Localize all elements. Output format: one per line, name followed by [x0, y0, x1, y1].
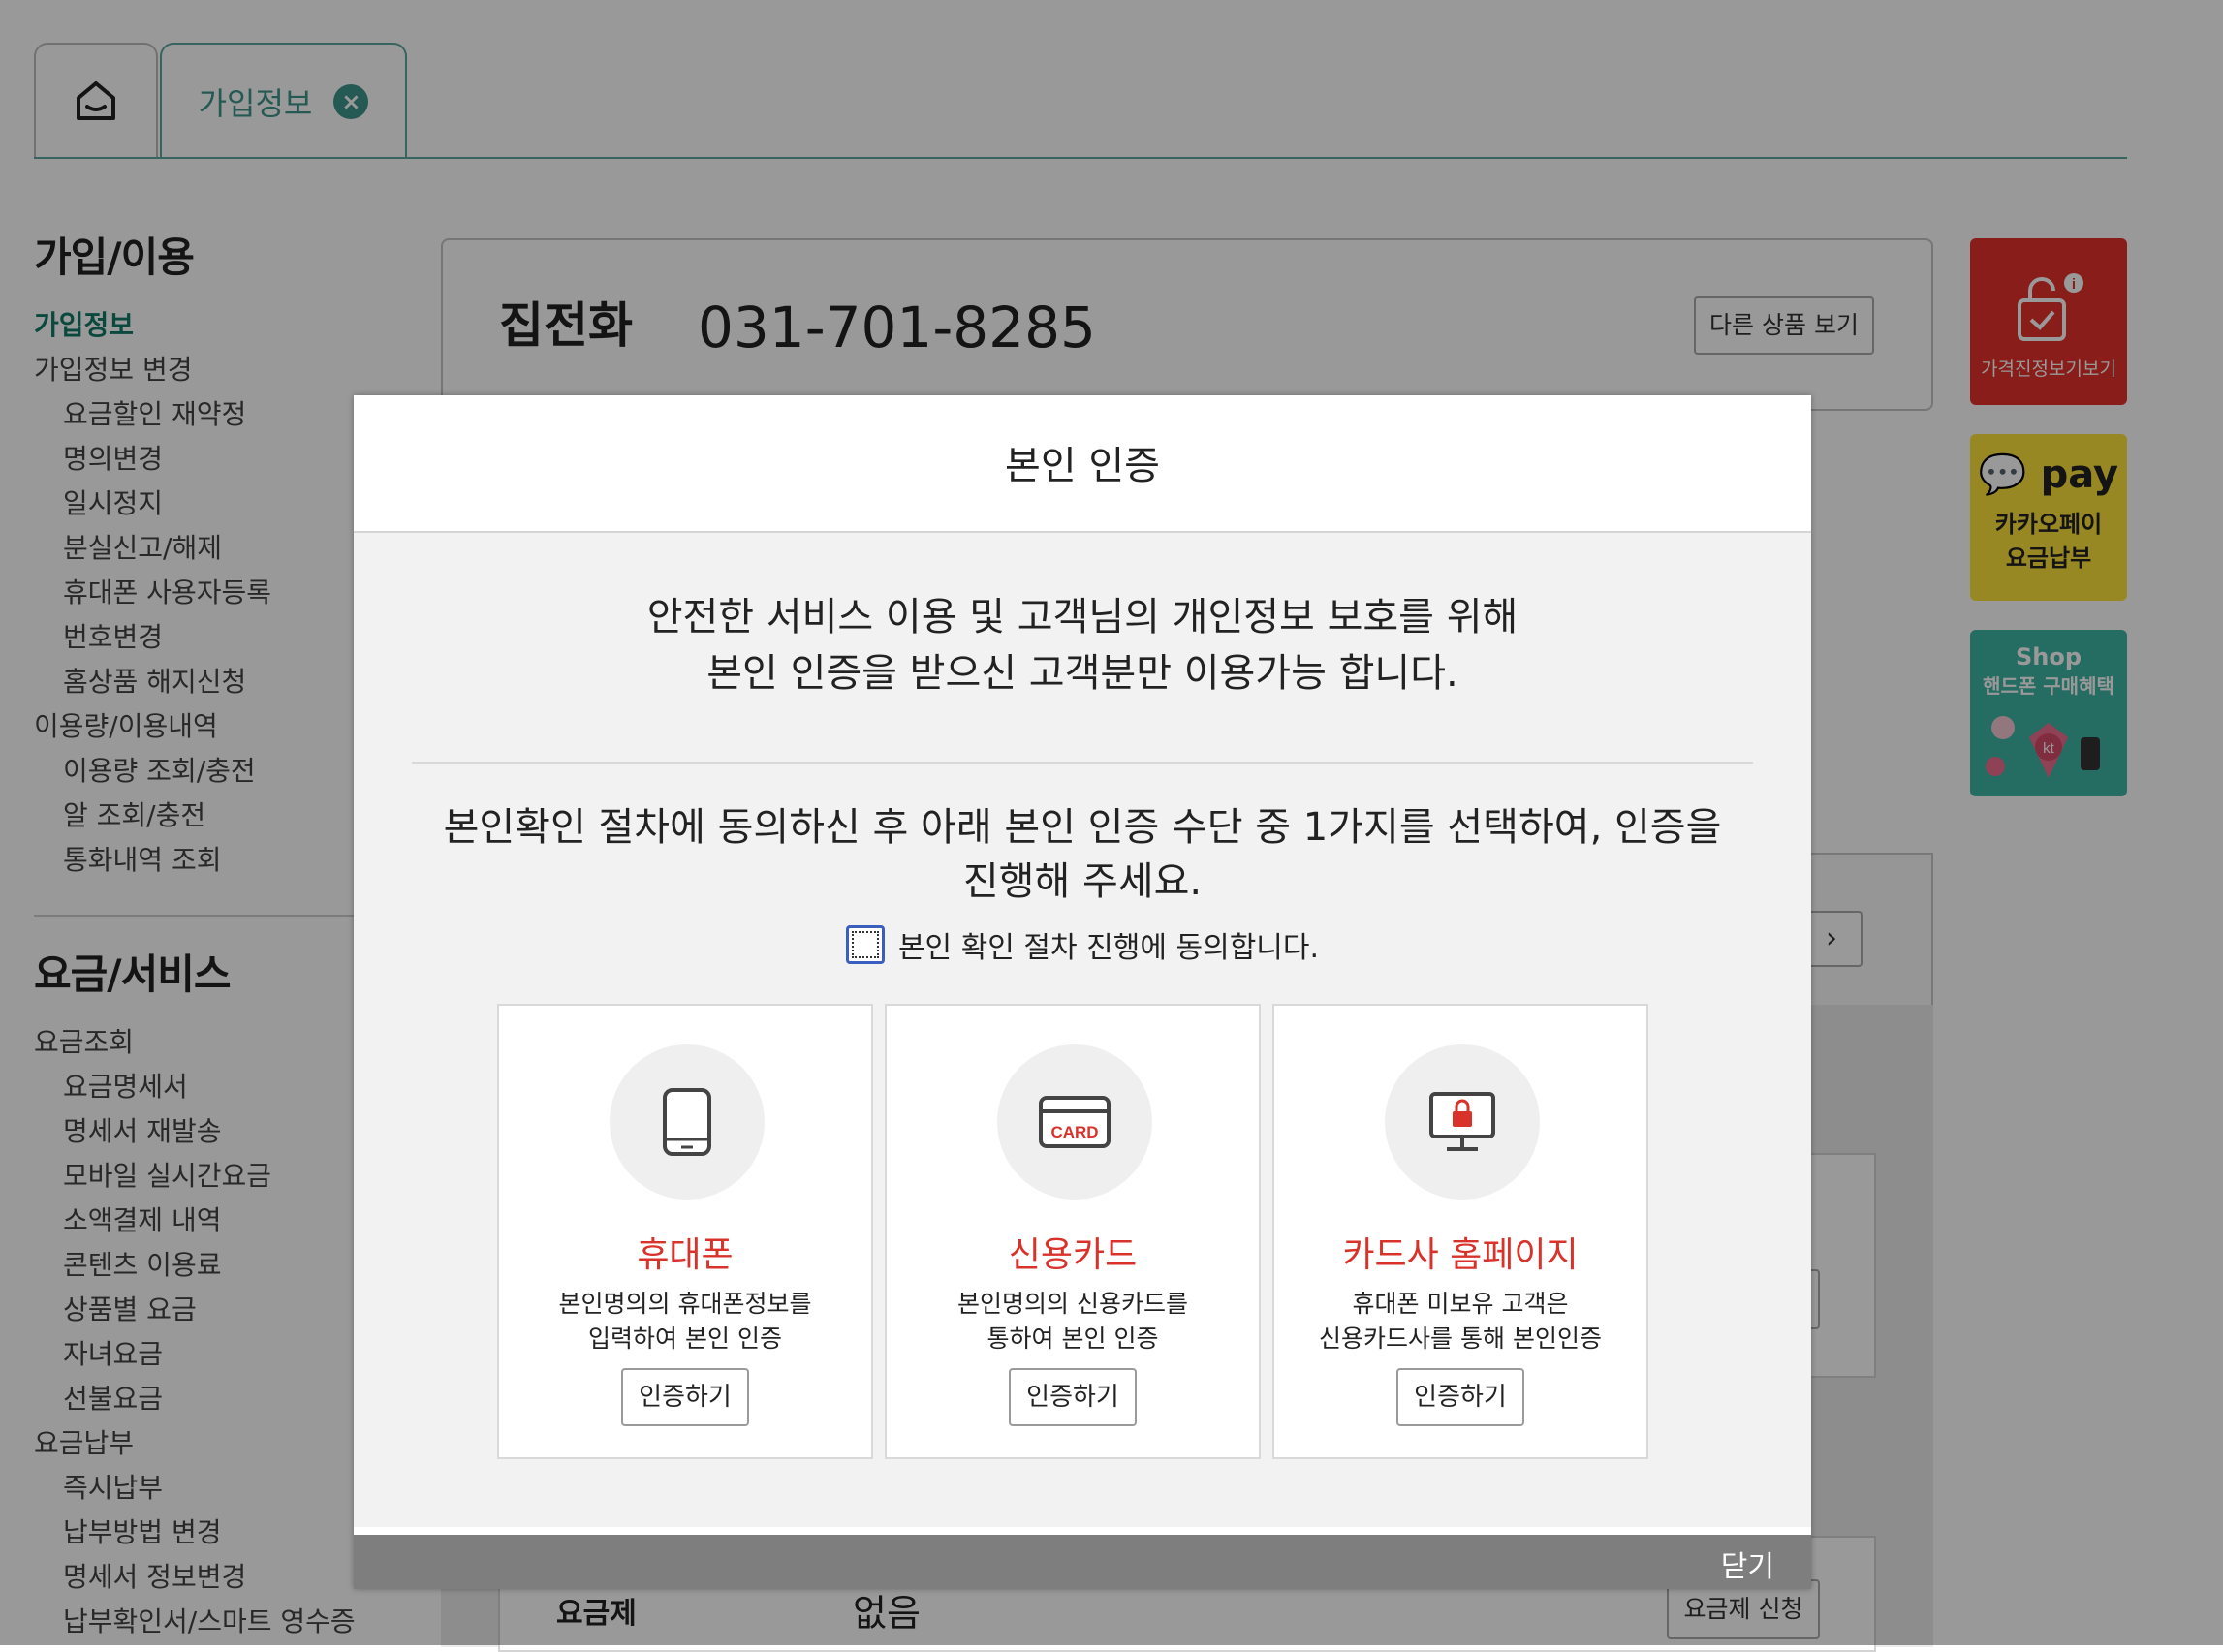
- agree-row: 본인 확인 절차 진행에 동의합니다.: [354, 923, 1811, 966]
- modal-instruction-line1: 본인확인 절차에 동의하신 후 아래 본인 인증 수단 중 1가지를 선택하여,…: [443, 805, 1722, 850]
- modal-desc-line2: 본인 인증을 받으신 고객분만 이용가능 합니다.: [706, 651, 1458, 696]
- card-icon-circle: [610, 1044, 765, 1200]
- card-title: 카드사 홈페이지: [1342, 1235, 1579, 1275]
- card-title: 휴대폰: [637, 1235, 734, 1275]
- card-description: 본인명의의 휴대폰정보를 입력하여 본인 인증: [499, 1287, 871, 1356]
- modal-desc-line1: 안전한 서비스 이용 및 고객님의 개인정보 보호를 위해: [646, 595, 1519, 639]
- card-icon-circle: [1385, 1044, 1540, 1200]
- monitor-lock-icon: [1429, 1092, 1495, 1151]
- identity-verification-modal: 본인 인증 안전한 서비스 이용 및 고객님의 개인정보 보호를 위해 본인 인…: [354, 395, 1811, 1589]
- modal-instruction: 본인확인 절차에 동의하신 후 아래 본인 인증 수단 중 1가지를 선택하여,…: [412, 800, 1753, 909]
- card-desc-line1: 본인명의의 휴대폰정보를: [558, 1290, 812, 1318]
- card-desc-line2: 통하여 본인 인증: [986, 1325, 1159, 1353]
- verify-credit-card-button[interactable]: 인증하기: [1009, 1368, 1137, 1426]
- card-title: 신용카드: [1008, 1235, 1138, 1275]
- modal-instruction-line2: 진행해 주세요.: [962, 859, 1203, 904]
- card-desc-line2: 신용카드사를 통해 본인인증: [1319, 1325, 1602, 1353]
- card-desc-line1: 휴대폰 미보유 고객은: [1352, 1290, 1569, 1318]
- verify-phone-button[interactable]: 인증하기: [621, 1368, 749, 1426]
- auth-option-card-homepage[interactable]: 카드사 홈페이지 휴대폰 미보유 고객은 신용카드사를 통해 본인인증 인증하기: [1272, 1004, 1648, 1459]
- card-icon-circle: CARD: [997, 1044, 1152, 1200]
- modal-divider: [412, 762, 1753, 764]
- modal-title: 본인 인증: [1005, 444, 1160, 488]
- card-description: 본인명의의 신용카드를 통하여 본인 인증: [887, 1287, 1259, 1356]
- modal-close-button[interactable]: 닫기: [1721, 1543, 1774, 1585]
- auth-option-phone[interactable]: 휴대폰 본인명의의 휴대폰정보를 입력하여 본인 인증 인증하기: [497, 1004, 873, 1459]
- card-desc-line1: 본인명의의 신용카드를: [957, 1290, 1188, 1318]
- auth-option-credit-card[interactable]: CARD 신용카드 본인명의의 신용카드를 통하여 본인 인증 인증하기: [885, 1004, 1261, 1459]
- agree-checkbox[interactable]: [845, 925, 885, 964]
- phone-icon: [663, 1088, 711, 1156]
- modal-footer: 닫기: [354, 1527, 1811, 1589]
- agree-label[interactable]: 본인 확인 절차 진행에 동의합니다.: [898, 923, 1319, 966]
- card-desc-line2: 입력하여 본인 인증: [588, 1325, 782, 1353]
- verify-card-homepage-button[interactable]: 인증하기: [1396, 1368, 1524, 1426]
- credit-card-icon: CARD: [1039, 1096, 1111, 1148]
- card-text: CARD: [1050, 1123, 1098, 1141]
- modal-description: 안전한 서비스 이용 및 고객님의 개인정보 보호를 위해 본인 인증을 받으신…: [354, 589, 1811, 701]
- modal-header: 본인 인증: [354, 395, 1811, 533]
- card-description: 휴대폰 미보유 고객은 신용카드사를 통해 본인인증: [1274, 1287, 1646, 1356]
